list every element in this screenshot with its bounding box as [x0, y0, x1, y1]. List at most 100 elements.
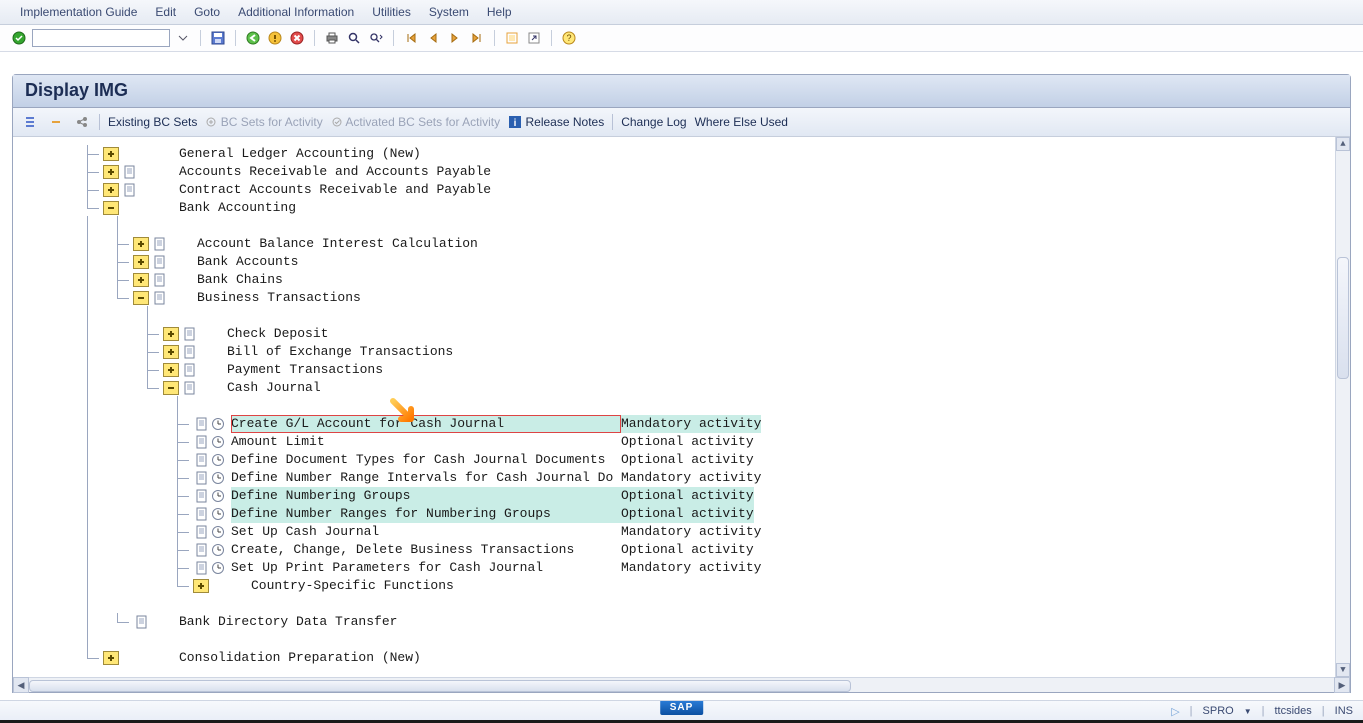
menu-utilities[interactable]: Utilities [372, 5, 411, 19]
existing-bc-sets-button[interactable]: Existing BC Sets [108, 115, 197, 129]
tree-row[interactable]: Bank Directory Data Transfer [13, 613, 1350, 631]
tree-row[interactable]: General Ledger Accounting (New) [13, 145, 1350, 163]
document-icon[interactable] [195, 543, 209, 557]
execute-icon[interactable] [211, 543, 225, 557]
document-icon[interactable] [195, 507, 209, 521]
menu-implementation-guide[interactable]: Implementation Guide [20, 5, 137, 19]
enter-icon[interactable] [10, 29, 28, 47]
document-icon[interactable] [183, 381, 197, 395]
tree-row[interactable]: Set Up Print Parameters for Cash Journal… [13, 559, 1350, 577]
scroll-right-icon[interactable]: ▶ [1334, 677, 1350, 693]
document-icon[interactable] [123, 183, 137, 197]
exit-icon[interactable] [266, 29, 284, 47]
tree-row[interactable]: Country-Specific Functions [13, 577, 1350, 595]
document-icon[interactable] [195, 525, 209, 539]
expand-toggle-icon[interactable] [103, 651, 119, 665]
document-icon[interactable] [195, 561, 209, 575]
vertical-scroll-thumb[interactable] [1337, 257, 1349, 379]
document-icon[interactable] [183, 327, 197, 341]
expand-subtree-icon[interactable] [21, 113, 39, 131]
horizontal-scrollbar[interactable]: ◀ ▶ [13, 677, 1350, 692]
expand-toggle-icon[interactable] [163, 363, 179, 377]
expand-toggle-icon[interactable] [163, 327, 179, 341]
first-page-icon[interactable] [402, 29, 420, 47]
tree-row[interactable]: Check Deposit [13, 325, 1350, 343]
expand-toggle-icon[interactable] [193, 579, 209, 593]
menu-help[interactable]: Help [487, 5, 512, 19]
tree-row[interactable]: Create G/L Account for Cash JournalManda… [13, 415, 1350, 433]
expand-toggle-icon[interactable] [133, 255, 149, 269]
expand-toggle-icon[interactable] [103, 147, 119, 161]
expand-toggle-icon[interactable] [163, 381, 179, 395]
print-icon[interactable] [323, 29, 341, 47]
document-icon[interactable] [153, 291, 167, 305]
tree-row[interactable]: Account Balance Interest Calculation [13, 235, 1350, 253]
document-icon[interactable] [183, 345, 197, 359]
cancel-icon[interactable] [288, 29, 306, 47]
document-icon[interactable] [183, 363, 197, 377]
execute-icon[interactable] [211, 489, 225, 503]
expand-toggle-icon[interactable] [133, 237, 149, 251]
next-page-icon[interactable] [446, 29, 464, 47]
expand-toggle-icon[interactable] [103, 165, 119, 179]
tree-row[interactable]: Contract Accounts Receivable and Payable [13, 181, 1350, 199]
document-icon[interactable] [195, 435, 209, 449]
menu-system[interactable]: System [429, 5, 469, 19]
document-icon[interactable] [153, 255, 167, 269]
release-notes-button[interactable]: i Release Notes [508, 115, 604, 129]
dropdown-icon[interactable] [174, 29, 192, 47]
execute-icon[interactable] [211, 417, 225, 431]
tree-row[interactable]: Define Number Range Intervals for Cash J… [13, 469, 1350, 487]
document-icon[interactable] [195, 471, 209, 485]
new-session-icon[interactable] [503, 29, 521, 47]
execute-icon[interactable] [211, 453, 225, 467]
vertical-scrollbar[interactable]: ▲ ▼ [1335, 137, 1350, 677]
activated-bc-sets-button[interactable]: Activated BC Sets for Activity [331, 115, 500, 129]
shortcut-icon[interactable] [525, 29, 543, 47]
tree-row[interactable]: Bank Accounting [13, 199, 1350, 217]
document-icon[interactable] [195, 453, 209, 467]
expand-toggle-icon[interactable] [103, 183, 119, 197]
tree-row[interactable]: Amount LimitOptional activity [13, 433, 1350, 451]
tree-row[interactable]: Define Number Ranges for Numbering Group… [13, 505, 1350, 523]
tree-row[interactable]: Bank Accounts [13, 253, 1350, 271]
menu-additional-info[interactable]: Additional Information [238, 5, 354, 19]
horizontal-scroll-thumb[interactable] [29, 680, 851, 692]
tree-row[interactable]: Cash Journal [13, 379, 1350, 397]
tree-row[interactable]: Business Transactions [13, 289, 1350, 307]
bc-sets-activity-button[interactable]: BC Sets for Activity [205, 115, 322, 129]
save-icon[interactable] [209, 29, 227, 47]
command-field[interactable] [32, 29, 170, 47]
back-icon[interactable] [244, 29, 262, 47]
menu-edit[interactable]: Edit [155, 5, 176, 19]
document-icon[interactable] [195, 417, 209, 431]
last-page-icon[interactable] [468, 29, 486, 47]
document-icon[interactable] [135, 615, 149, 629]
change-log-button[interactable]: Change Log [621, 115, 686, 129]
status-play-icon[interactable]: ▷ [1171, 705, 1179, 718]
document-icon[interactable] [153, 237, 167, 251]
document-icon[interactable] [153, 273, 167, 287]
find-icon[interactable] [345, 29, 363, 47]
menu-goto[interactable]: Goto [194, 5, 220, 19]
expand-toggle-icon[interactable] [163, 345, 179, 359]
expand-toggle-icon[interactable] [133, 273, 149, 287]
where-else-used-button[interactable]: Where Else Used [695, 115, 788, 129]
tree-row[interactable]: Define Numbering GroupsOptional activity [13, 487, 1350, 505]
tree-row[interactable]: Create, Change, Delete Business Transact… [13, 541, 1350, 559]
execute-icon[interactable] [211, 525, 225, 539]
find-next-icon[interactable] [367, 29, 385, 47]
expand-toggle-icon[interactable] [133, 291, 149, 305]
collapse-subtree-icon[interactable] [47, 113, 65, 131]
document-icon[interactable] [123, 165, 137, 179]
tcode-dropdown-icon[interactable]: ▼ [1244, 707, 1252, 716]
document-icon[interactable] [195, 489, 209, 503]
help-icon[interactable]: ? [560, 29, 578, 47]
tree-row[interactable]: Bank Chains [13, 271, 1350, 289]
prev-page-icon[interactable] [424, 29, 442, 47]
tree-row[interactable]: Payment Transactions [13, 361, 1350, 379]
execute-icon[interactable] [211, 435, 225, 449]
expand-toggle-icon[interactable] [103, 201, 119, 215]
tree-row[interactable]: Set Up Cash JournalMandatory activity [13, 523, 1350, 541]
where-used-icon[interactable] [73, 113, 91, 131]
